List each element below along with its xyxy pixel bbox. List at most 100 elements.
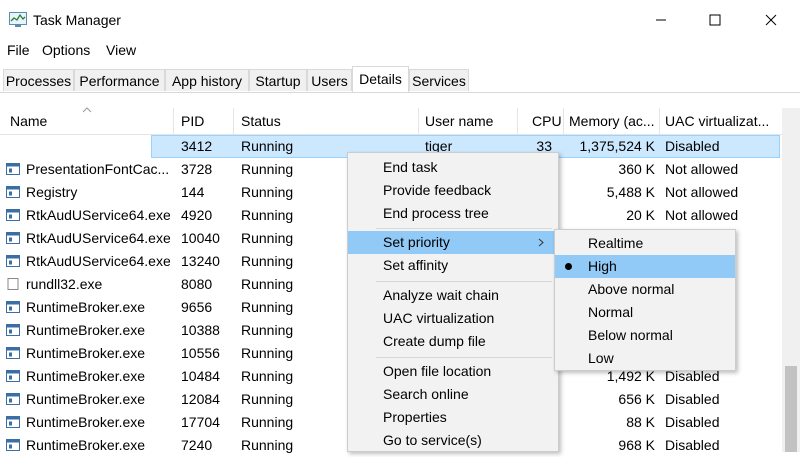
- process-icon: [6, 370, 20, 382]
- cell-pid: 10040: [181, 230, 220, 246]
- close-button[interactable]: [748, 0, 794, 40]
- cell-uac: Disabled: [665, 391, 720, 407]
- menu-view[interactable]: View: [106, 42, 136, 58]
- column-header-name[interactable]: Name: [10, 113, 47, 129]
- process-icon: [6, 301, 20, 313]
- priority-realtime[interactable]: Realtime: [555, 232, 735, 255]
- process-icon: [6, 255, 20, 267]
- tab-details[interactable]: Details: [352, 66, 409, 92]
- tab-strip: Processes Performance App history Startu…: [0, 64, 800, 93]
- cell-name: RtkAudUService64.exe: [26, 207, 170, 223]
- tab-startup[interactable]: Startup: [249, 69, 307, 91]
- menu-item-open-file-location[interactable]: Open file location: [348, 360, 558, 383]
- chevron-right-icon: [538, 238, 544, 247]
- process-icon: [6, 439, 20, 451]
- sort-ascending-icon: [82, 107, 92, 113]
- cell-pid: 10484: [181, 368, 220, 384]
- cell-pid: 3412: [181, 138, 213, 154]
- process-icon: [6, 393, 20, 405]
- tab-performance[interactable]: Performance: [74, 69, 165, 91]
- cell-uac: Not allowed: [665, 161, 739, 177]
- cell-name: RuntimeBroker.exe: [26, 391, 146, 407]
- menu-item-analyze-wait-chain[interactable]: Analyze wait chain: [348, 284, 558, 307]
- menu-item-uac-virtualization[interactable]: UAC virtualization: [348, 307, 558, 330]
- priority-below-normal[interactable]: Below normal: [555, 324, 735, 347]
- minimize-button[interactable]: [638, 0, 684, 40]
- cell-pid: 17704: [181, 414, 220, 430]
- column-header-uac-virtualization[interactable]: UAC virtualizat...: [665, 113, 769, 129]
- cell-pid: 13240: [181, 253, 220, 269]
- menu-file[interactable]: File: [7, 42, 30, 58]
- priority-normal[interactable]: Normal: [555, 301, 735, 324]
- cell-pid: 8080: [181, 276, 213, 292]
- cell-mem: 360 K: [618, 161, 655, 177]
- menu-bar: File Options View: [0, 40, 800, 62]
- tab-app-history[interactable]: App history: [165, 69, 249, 91]
- process-icon: [6, 324, 20, 336]
- menu-item-search-online[interactable]: Search online: [348, 383, 558, 406]
- column-header-status[interactable]: Status: [241, 113, 281, 129]
- cell-pid: 9656: [181, 299, 213, 315]
- process-icon: [7, 278, 19, 290]
- cell-pid: 10388: [181, 322, 220, 338]
- maximize-button[interactable]: [692, 0, 738, 40]
- menu-item-provide-feedback[interactable]: Provide feedback: [348, 179, 558, 202]
- column-header-memory[interactable]: Memory (ac...: [569, 113, 655, 129]
- cell-mem: 88 K: [626, 414, 655, 430]
- cell-name: RtkAudUService64.exe: [26, 253, 170, 269]
- menu-item-set-priority[interactable]: Set priority: [348, 231, 558, 254]
- menu-item-properties[interactable]: Properties: [348, 406, 558, 429]
- menu-item-create-dump-file[interactable]: Create dump file: [348, 330, 558, 353]
- close-icon: [765, 14, 777, 26]
- process-icon: [6, 209, 20, 221]
- window-title: Task Manager: [33, 12, 121, 28]
- menu-options[interactable]: Options: [42, 42, 90, 58]
- cell-pid: 4920: [181, 207, 213, 223]
- table-header: Name PID Status User name CPU Memory (ac…: [0, 107, 782, 135]
- cell-mem: 20 K: [626, 207, 655, 223]
- cell-name: RuntimeBroker.exe: [26, 299, 146, 315]
- menu-item-end-task[interactable]: End task: [348, 156, 558, 179]
- menu-item-end-process-tree[interactable]: End process tree: [348, 202, 558, 225]
- cell-pid: 7240: [181, 437, 213, 453]
- cell-pid: 12084: [181, 391, 220, 407]
- process-icon: [6, 163, 20, 175]
- cell-mem: 968 K: [618, 437, 655, 453]
- process-icon: [6, 416, 20, 428]
- menu-item-go-to-services[interactable]: Go to service(s): [348, 429, 558, 452]
- cell-pid: 10556: [181, 345, 220, 361]
- task-manager-icon: [9, 12, 27, 27]
- radio-bullet-icon: [565, 263, 572, 270]
- column-header-user-name[interactable]: User name: [425, 113, 493, 129]
- context-menu: End task Provide feedback End process tr…: [347, 152, 559, 452]
- priority-above-normal[interactable]: Above normal: [555, 278, 735, 301]
- vertical-scrollbar[interactable]: [782, 108, 800, 452]
- priority-high[interactable]: High: [555, 255, 735, 278]
- cell-uac: Disabled: [665, 138, 720, 154]
- tab-processes[interactable]: Processes: [3, 69, 74, 91]
- cell-name: rundll32.exe: [26, 276, 103, 292]
- column-header-pid[interactable]: PID: [181, 113, 204, 129]
- cell-name: RuntimeBroker.exe: [26, 322, 146, 338]
- cell-mem: 5,488 K: [606, 184, 655, 200]
- maximize-icon: [709, 14, 721, 26]
- process-icon: [6, 347, 20, 359]
- scrollbar-thumb[interactable]: [785, 366, 797, 452]
- cell-name: PresentationFontCac...: [26, 161, 170, 177]
- menu-item-set-affinity[interactable]: Set affinity: [348, 254, 558, 277]
- tab-services[interactable]: Services: [409, 69, 469, 91]
- cell-name: RuntimeBroker.exe: [26, 345, 146, 361]
- cell-name: RuntimeBroker.exe: [26, 437, 146, 453]
- cell-name: RuntimeBroker.exe: [26, 414, 146, 430]
- cell-name: RtkAudUService64.exe: [26, 230, 170, 246]
- cell-name: RuntimeBroker.exe: [26, 368, 146, 384]
- cell-uac: Not allowed: [665, 184, 739, 200]
- column-header-cpu[interactable]: CPU: [532, 113, 562, 129]
- priority-submenu: Realtime High Above normal Normal Below …: [554, 229, 736, 371]
- tab-users[interactable]: Users: [307, 69, 352, 91]
- minimize-icon: [656, 19, 666, 21]
- cell-name: Registry: [26, 184, 78, 200]
- priority-low[interactable]: Low: [555, 347, 735, 370]
- cell-uac: Not allowed: [665, 207, 739, 223]
- cell-mem: 1,375,524 K: [579, 138, 655, 154]
